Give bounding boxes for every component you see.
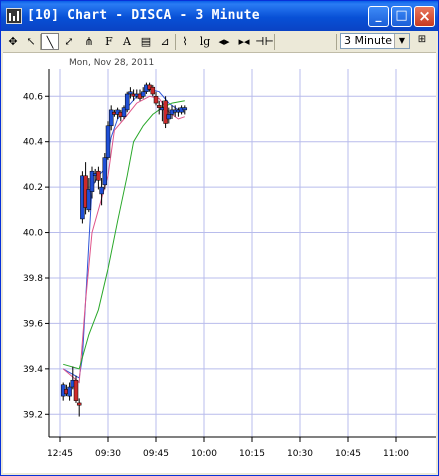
candle-body: [166, 114, 172, 120]
candle: [102, 153, 108, 190]
x-tick-label: 11:00: [383, 449, 409, 459]
candle-body: [86, 189, 92, 211]
candle-body: [102, 157, 108, 186]
y-tick-label: 40.6: [23, 92, 43, 102]
candle-body: [73, 379, 79, 401]
minimize-button[interactable]: _: [368, 6, 389, 27]
candle-body: [140, 91, 146, 97]
candle-body: [99, 186, 104, 195]
pitchfork-icon[interactable]: ⋔: [80, 33, 98, 50]
candle-body: [182, 107, 188, 111]
trendline-icon[interactable]: ╲: [41, 33, 59, 50]
candle-body: [76, 402, 82, 406]
x-tick-label: 10:00: [191, 449, 217, 459]
indicator-icon[interactable]: ⌇: [176, 33, 194, 50]
candle-body: [128, 91, 133, 95]
toolbar-separator: [175, 34, 176, 50]
candle-body: [105, 125, 111, 158]
angled-line-icon[interactable]: ⤢: [60, 33, 78, 50]
chart-window: [10] Chart - DISCA - 3 Minute _ □ × ✥ ↖ ╲ ⤢…: [0, 0, 439, 476]
candle-body: [150, 86, 156, 95]
log-scale-icon[interactable]: lg: [196, 33, 214, 50]
candle-body: [156, 105, 162, 108]
title-bar[interactable]: [10] Chart - DISCA - 3 Minute _ □ ×: [1, 1, 438, 31]
candle: [163, 96, 168, 129]
x-tick-label: 12:45: [47, 449, 73, 459]
chart-date-label: Mon, Nov 28, 2011: [69, 58, 154, 68]
x-tick-label: 10:30: [287, 449, 313, 459]
chevron-down-icon[interactable]: ▼: [394, 34, 409, 48]
text-icon[interactable]: A: [118, 33, 136, 50]
toolbar-separator: [274, 34, 275, 50]
note-icon[interactable]: ▤: [137, 33, 155, 50]
candle: [105, 121, 111, 160]
x-tick-label: 10:45: [335, 449, 361, 459]
grid-icon[interactable]: ⊞: [414, 34, 430, 49]
candle: [124, 91, 130, 113]
maximize-button[interactable]: □: [391, 6, 412, 27]
y-tick-label: 40.2: [23, 183, 43, 193]
candle-body: [153, 96, 159, 104]
scroll-icon[interactable]: ⊣⊢: [255, 33, 274, 50]
x-tick-label: 09:30: [95, 449, 121, 459]
y-tick-label: 40.0: [23, 229, 43, 239]
app-chart-icon[interactable]: [6, 8, 22, 24]
x-tick-label: 09:45: [143, 449, 169, 459]
toolbar-separator: [336, 34, 337, 50]
candle-body: [163, 100, 168, 124]
close-button[interactable]: ×: [414, 6, 435, 27]
pointer-icon[interactable]: ↖: [22, 33, 40, 50]
interval-select[interactable]: 3 Minute ▼: [340, 33, 410, 49]
price-chart[interactable]: Mon, Nov 28, 2011 39.2 39.4 39.6 39.8 40.0 40…: [3, 53, 436, 473]
window-title: [10] Chart - DISCA - 3 Minute: [27, 8, 260, 23]
candle-body: [124, 93, 130, 111]
y-tick-label: 39.4: [23, 365, 43, 375]
crosshair-icon[interactable]: ✥: [4, 33, 22, 50]
chart-style-icon[interactable]: ⊿: [156, 33, 174, 50]
y-tick-label: 39.2: [23, 410, 43, 420]
fibonacci-icon[interactable]: F: [100, 33, 118, 50]
x-tick-label: 10:15: [239, 449, 265, 459]
y-tick-label: 40.4: [23, 138, 43, 148]
toolbar-separator: [40, 34, 41, 50]
y-tick-label: 39.8: [23, 274, 43, 284]
zoom-out-icon[interactable]: ▸◂: [235, 33, 253, 50]
candle-body: [96, 170, 101, 181]
y-tick-label: 39.6: [23, 319, 43, 329]
interval-value: 3 Minute: [344, 34, 393, 47]
zoom-in-icon[interactable]: ◂▸: [215, 33, 233, 50]
chart-background: [3, 53, 436, 473]
candle-body: [67, 386, 72, 397]
